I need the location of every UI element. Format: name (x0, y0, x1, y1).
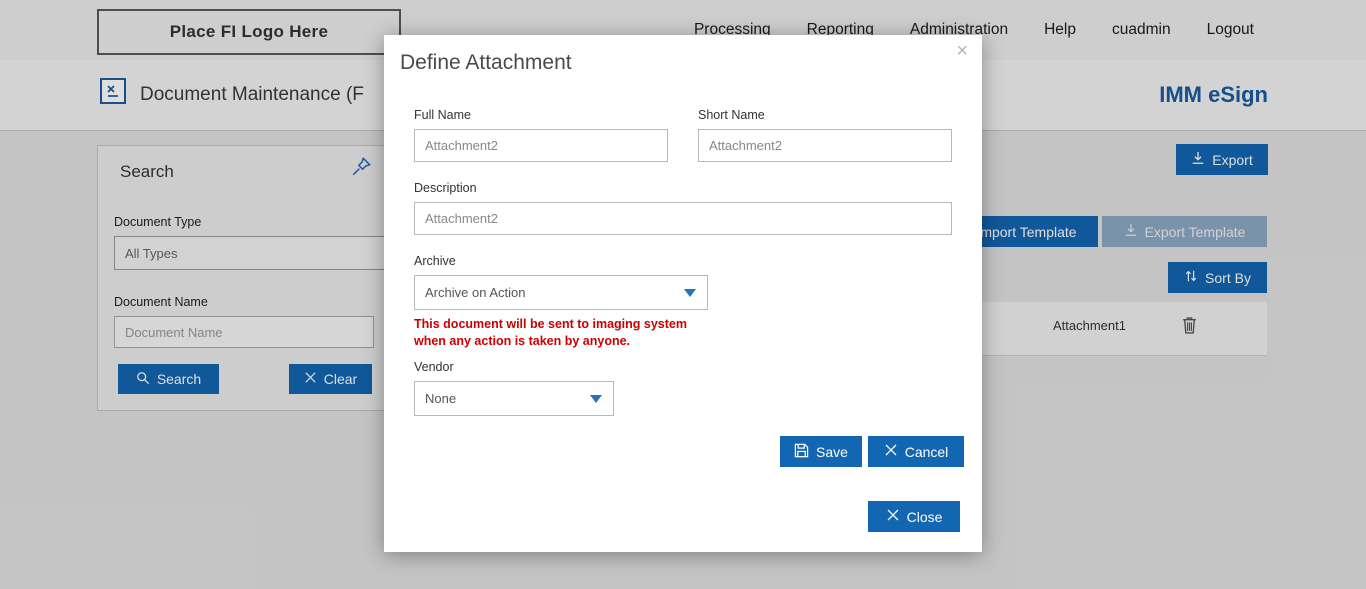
full-name-input[interactable] (414, 129, 668, 162)
save-button[interactable]: Save (780, 436, 862, 467)
description-input[interactable] (414, 202, 952, 235)
short-name-input[interactable] (698, 129, 952, 162)
description-label: Description (414, 181, 477, 195)
caret-down-icon (590, 395, 602, 403)
caret-down-icon (684, 289, 696, 297)
archive-warning-text: This document will be sent to imaging sy… (414, 316, 687, 350)
app-window: Place FI Logo Here Processing Reporting … (0, 0, 1366, 589)
warning-line-1: This document will be sent to imaging sy… (414, 316, 687, 333)
full-name-label: Full Name (414, 108, 471, 122)
vendor-value: None (425, 391, 456, 406)
cancel-x-icon (884, 443, 898, 460)
close-x-icon (886, 508, 900, 525)
close-button-label: Close (907, 509, 943, 525)
vendor-label: Vendor (414, 360, 454, 374)
dialog-title: Define Attachment (400, 51, 572, 75)
warning-line-2: when any action is taken by anyone. (414, 333, 687, 350)
archive-label: Archive (414, 254, 456, 268)
short-name-label: Short Name (698, 108, 765, 122)
cancel-button[interactable]: Cancel (868, 436, 964, 467)
cancel-button-label: Cancel (905, 444, 949, 460)
save-button-label: Save (816, 444, 848, 460)
archive-value: Archive on Action (425, 285, 525, 300)
save-icon (794, 443, 809, 461)
close-icon[interactable]: × (956, 41, 968, 61)
archive-dropdown[interactable]: Archive on Action (414, 275, 708, 310)
vendor-dropdown[interactable]: None (414, 381, 614, 416)
define-attachment-dialog: Define Attachment × Full Name Short Name… (384, 35, 982, 552)
close-button[interactable]: Close (868, 501, 960, 532)
